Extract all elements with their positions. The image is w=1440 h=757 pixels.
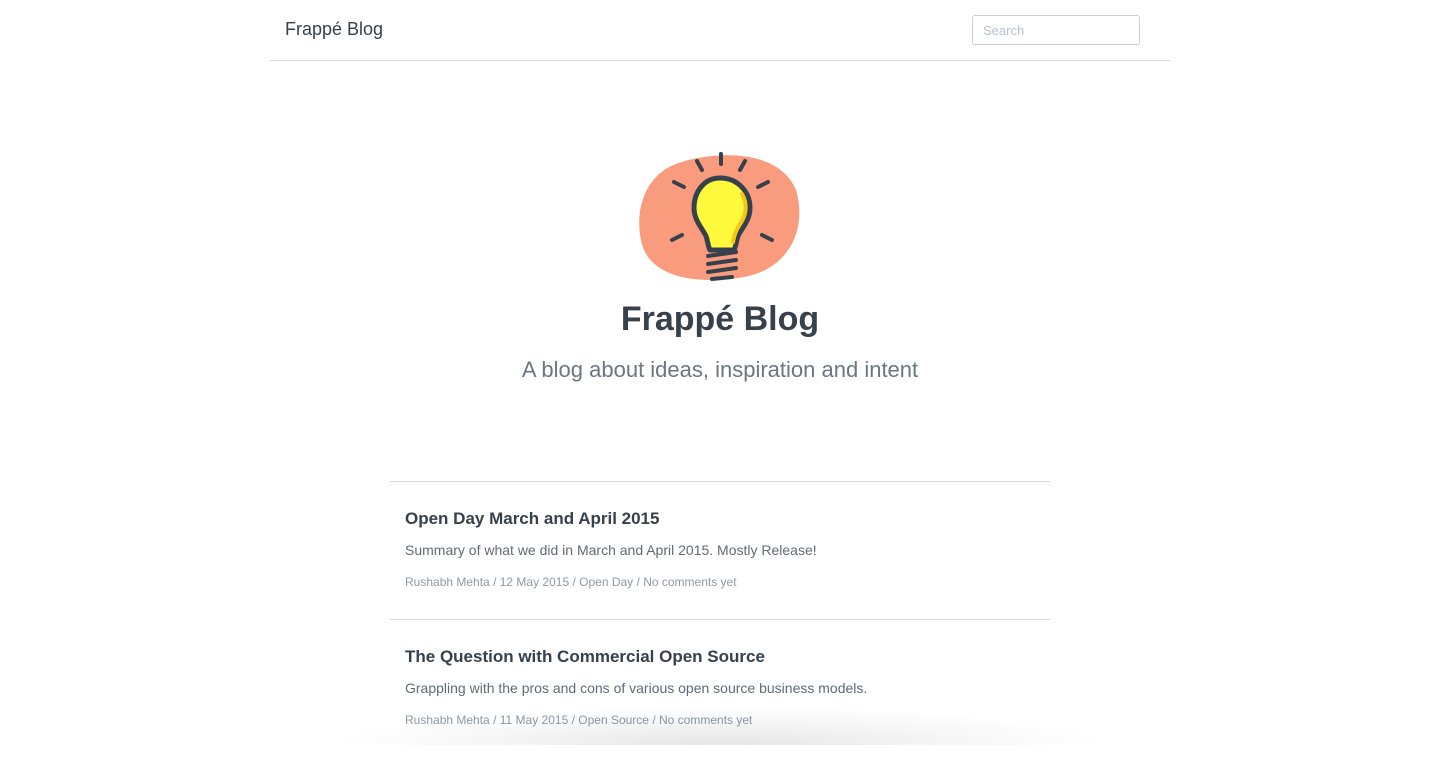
brand-link[interactable]: Frappé Blog	[285, 19, 383, 40]
post-category-link[interactable]: Open Source	[578, 713, 649, 727]
search-input[interactable]	[972, 15, 1140, 45]
post-author-link[interactable]: Rushabh Mehta	[405, 713, 490, 727]
post-summary: Grappling with the pros and cons of vari…	[405, 680, 868, 696]
meta-separator: /	[489, 575, 500, 589]
post-comments-link[interactable]: No comments yet	[643, 575, 736, 589]
post-category-link[interactable]: Open Day	[579, 575, 633, 589]
post-summary: Summary of what we did in March and Apri…	[405, 542, 817, 558]
post-comments-link[interactable]: No comments yet	[659, 713, 752, 727]
post-title-link[interactable]: The Question with Commercial Open Source	[405, 646, 1035, 668]
navbar: Frappé Blog	[270, 0, 1170, 61]
post-meta: Rushabh Mehta / 11 May 2015 / Open Sourc…	[405, 712, 1035, 728]
post-list: Open Day March and April 2015 Summary of…	[390, 481, 1050, 757]
post-author-link[interactable]: Rushabh Mehta	[405, 575, 490, 589]
meta-separator: /	[648, 713, 659, 727]
hero-title: Frappé Blog	[620, 300, 820, 338]
meta-separator: /	[489, 713, 500, 727]
post-item: The Question with Commercial Open Source…	[390, 619, 1050, 757]
post-meta: Rushabh Mehta / 12 May 2015 / Open Day /…	[405, 574, 1035, 590]
lightbulb-icon	[638, 150, 802, 286]
post-date: 11 May 2015	[499, 713, 569, 727]
post-date: 12 May 2015	[499, 575, 570, 589]
hero-subtitle: A blog about ideas, inspiration and inte…	[521, 357, 919, 382]
lightbulb-logo-svg	[639, 152, 800, 281]
post-item: Open Day March and April 2015 Summary of…	[390, 481, 1050, 619]
meta-separator: /	[568, 713, 579, 727]
meta-separator: /	[633, 575, 644, 589]
post-title-link[interactable]: Open Day March and April 2015	[405, 508, 1035, 530]
meta-separator: /	[569, 575, 580, 589]
